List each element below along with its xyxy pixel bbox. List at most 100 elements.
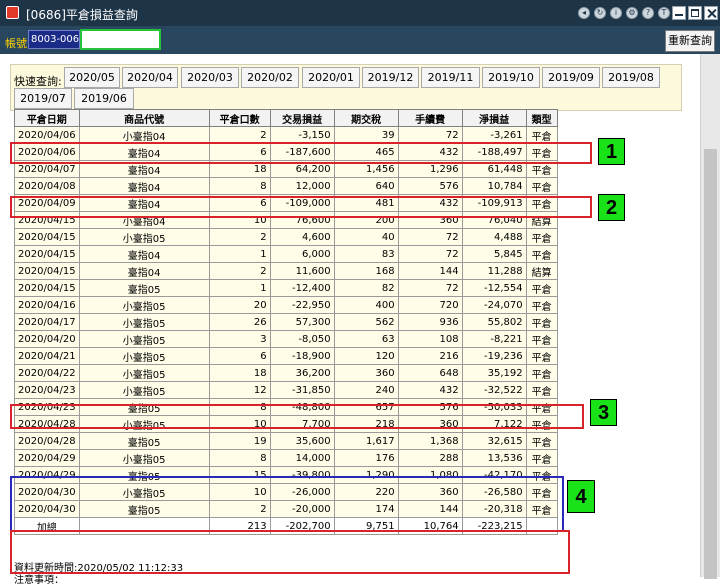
cell-type: 平倉 xyxy=(525,398,558,416)
cell-type: 平倉 xyxy=(525,126,558,144)
month-button-2019-11[interactable]: 2019/11 xyxy=(421,67,480,88)
table-row[interactable]: 2020/04/28 臺指05 19 35,600 1,617 1,368 32,615 平倉 xyxy=(14,432,558,450)
table-row[interactable]: 2020/04/09 臺指04 6 -109,000 481 432 -109,913 平倉 xyxy=(14,194,558,212)
help-icon[interactable]: ? xyxy=(642,7,654,19)
cell-fee: 432 xyxy=(397,194,463,212)
column-header-product[interactable]: 商品代號 xyxy=(78,109,210,127)
table-row[interactable]: 2020/04/08 臺指04 8 12,000 640 576 10,784 平倉 xyxy=(14,177,558,195)
table-row[interactable]: 2020/04/30 小臺指05 10 -26,000 220 360 -26,580 平倉 xyxy=(14,483,558,501)
window-title: [0686]平倉損益查詢 xyxy=(26,8,138,22)
month-button-2019-06[interactable]: 2019/06 xyxy=(74,88,134,109)
cell-lots: 2 xyxy=(208,262,271,280)
cell-net-pnl: 32,615 xyxy=(461,432,527,450)
table-row[interactable]: 2020/04/23 臺指05 8 -48,800 657 576 -50,033 平倉 xyxy=(14,398,558,416)
font-icon[interactable]: T xyxy=(658,7,670,19)
table-row[interactable]: 2020/04/06 臺指04 6 -187,600 465 432 -188,497 平倉 xyxy=(14,143,558,161)
cell-close-date: 2020/04/23 xyxy=(14,398,80,416)
table-row[interactable]: 2020/04/22 小臺指05 18 36,200 360 648 35,192 平倉 xyxy=(14,364,558,382)
cell-trade-pnl: 64,200 xyxy=(269,160,335,178)
quick-query-label: 快速查詢: xyxy=(14,75,62,88)
cell-close-date: 2020/04/09 xyxy=(14,194,80,212)
month-button-2019-09[interactable]: 2019/09 xyxy=(542,67,600,88)
table-row[interactable]: 2020/04/20 小臺指05 3 -8,050 63 108 -8,221 平倉 xyxy=(14,330,558,348)
cell-tax: 83 xyxy=(333,245,399,263)
cell-net-pnl: -19,236 xyxy=(461,347,527,365)
cell-close-date: 2020/04/30 xyxy=(14,483,80,501)
month-button-2020-03[interactable]: 2020/03 xyxy=(181,67,239,88)
month-button-2019-08[interactable]: 2019/08 xyxy=(602,67,660,88)
cell-tax: 481 xyxy=(333,194,399,212)
table-row[interactable]: 2020/04/07 臺指04 18 64,200 1,456 1,296 61,448 平倉 xyxy=(14,160,558,178)
column-header-close-date[interactable]: 平倉日期 xyxy=(14,109,80,127)
cell-product: 小臺指05 xyxy=(78,449,210,467)
table-row[interactable]: 2020/04/29 臺指05 15 -39,800 1,290 1,080 -42,170… xyxy=(14,466,558,484)
notice-label: 注意事項： xyxy=(14,575,64,586)
column-header-trade-pnl[interactable]: 交易損益 xyxy=(269,109,335,127)
minimize-button[interactable] xyxy=(672,6,686,20)
month-button-2020-05[interactable]: 2020/05 xyxy=(64,67,120,88)
table-row[interactable]: 2020/04/15 臺指04 1 6,000 83 72 5,845 平倉 xyxy=(14,245,558,263)
table-row[interactable]: 2020/04/21 小臺指05 6 -18,900 120 216 -19,236 平倉 xyxy=(14,347,558,365)
cell-fee: 936 xyxy=(397,313,463,331)
cell-trade-pnl: -109,000 xyxy=(269,194,335,212)
cell-lots: 10 xyxy=(208,483,271,501)
cell-close-date: 2020/04/21 xyxy=(14,347,80,365)
month-button-2019-10[interactable]: 2019/10 xyxy=(482,67,540,88)
month-button-2020-04[interactable]: 2020/04 xyxy=(122,67,178,88)
table-row[interactable]: 2020/04/29 小臺指05 8 14,000 176 288 13,536 平倉 xyxy=(14,449,558,467)
account-select[interactable]: 8003-00664 xyxy=(28,30,80,49)
cell-trade-pnl: -39,800 xyxy=(269,466,335,484)
maximize-button[interactable] xyxy=(688,6,702,20)
cell-trade-pnl: 11,600 xyxy=(269,262,335,280)
info-icon[interactable]: i xyxy=(610,7,622,19)
table-row[interactable]: 2020/04/15 小臺指04 10 76,600 200 360 76,040 結算 xyxy=(14,211,558,229)
settings-icon[interactable]: ⚙ xyxy=(626,7,638,19)
cell-trade-pnl: 12,000 xyxy=(269,177,335,195)
cell-lots: 8 xyxy=(208,398,271,416)
table-row[interactable]: 2020/04/17 小臺指05 26 57,300 562 936 55,802 平倉 xyxy=(14,313,558,331)
vertical-scrollbar[interactable] xyxy=(700,54,720,579)
cell-trade-pnl: 76,600 xyxy=(269,211,335,229)
column-header-fee[interactable]: 手續費 xyxy=(397,109,463,127)
cell-trade-pnl: 36,200 xyxy=(269,364,335,382)
back-icon[interactable]: ◂ xyxy=(578,7,590,19)
table-row[interactable]: 2020/04/15 臺指05 1 -12,400 82 72 -12,554 平倉 xyxy=(14,279,558,297)
cell-type: 平倉 xyxy=(525,483,558,501)
cell-product: 臺指05 xyxy=(78,466,210,484)
table-row[interactable]: 2020/04/16 小臺指05 20 -22,950 400 720 -24,070 平倉 xyxy=(14,296,558,314)
table-row[interactable]: 2020/04/30 臺指05 2 -20,000 174 144 -20,318 平倉 xyxy=(14,500,558,518)
cell-lots: 6 xyxy=(208,143,271,161)
cell-type: 平倉 xyxy=(525,466,558,484)
month-button-2019-07[interactable]: 2019/07 xyxy=(14,88,72,109)
cell-close-date: 2020/04/06 xyxy=(14,126,80,144)
column-header-lots[interactable]: 平倉口數 xyxy=(208,109,271,127)
column-header-tax[interactable]: 期交稅 xyxy=(333,109,399,127)
cell-net-pnl: -12,554 xyxy=(461,279,527,297)
cell-product: 臺指04 xyxy=(78,160,210,178)
table-row[interactable]: 2020/04/15 臺指04 2 11,600 168 144 11,288 結算 xyxy=(14,262,558,280)
month-button-2020-01[interactable]: 2020/01 xyxy=(302,67,360,88)
column-header-type[interactable]: 類型 xyxy=(525,109,558,127)
refresh-icon[interactable]: ↻ xyxy=(594,7,606,19)
cell-net-pnl: -109,913 xyxy=(461,194,527,212)
cell-lots: 8 xyxy=(208,449,271,467)
cell-product: 小臺指05 xyxy=(78,415,210,433)
cell-close-date: 2020/04/23 xyxy=(14,381,80,399)
table-row[interactable]: 2020/04/23 小臺指05 12 -31,850 240 432 -32,522 平倉 xyxy=(14,381,558,399)
refresh-query-button[interactable]: 重新查詢 xyxy=(665,30,715,52)
close-button[interactable] xyxy=(704,6,718,20)
month-button-2020-02[interactable]: 2020/02 xyxy=(241,67,299,88)
cell-lots: 2 xyxy=(208,126,271,144)
total-cell-net-pnl: -223,215 xyxy=(461,517,527,535)
account-input[interactable] xyxy=(80,29,161,50)
cell-net-pnl: -50,033 xyxy=(461,398,527,416)
month-button-2019-12[interactable]: 2019/12 xyxy=(362,67,419,88)
column-header-net-pnl[interactable]: 淨損益 xyxy=(461,109,527,127)
scrollbar-thumb[interactable] xyxy=(704,149,717,579)
table-row[interactable]: 2020/04/06 小臺指04 2 -3,150 39 72 -3,261 平倉 xyxy=(14,126,558,144)
table-row[interactable]: 2020/04/28 小臺指05 10 7,700 218 360 7,122 平倉 xyxy=(14,415,558,433)
cell-tax: 176 xyxy=(333,449,399,467)
cell-close-date: 2020/04/08 xyxy=(14,177,80,195)
table-row[interactable]: 2020/04/15 小臺指05 2 4,600 40 72 4,488 平倉 xyxy=(14,228,558,246)
cell-lots: 19 xyxy=(208,432,271,450)
